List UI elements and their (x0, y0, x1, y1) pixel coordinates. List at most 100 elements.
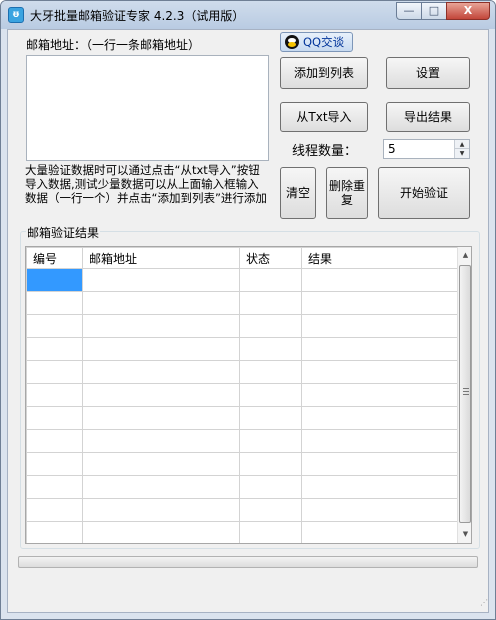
table-cell[interactable] (239, 268, 302, 292)
table-cell[interactable] (239, 429, 302, 453)
table-row[interactable] (26, 360, 459, 384)
maximize-button[interactable]: □ (421, 2, 447, 20)
table-cell[interactable] (26, 268, 83, 292)
table-cell[interactable] (82, 498, 240, 522)
table-cell[interactable] (82, 383, 240, 407)
stepper-down-icon[interactable]: ▼ (455, 149, 469, 158)
qq-chat-button[interactable]: QQ交谈 (280, 32, 353, 52)
scroll-up-icon[interactable]: ▲ (458, 247, 471, 264)
app-window: ᵿ 大牙批量邮箱验证专家 4.2.3（试用版） — □ X 邮箱地址：（一行一条… (0, 0, 496, 620)
table-cell[interactable] (26, 337, 83, 361)
table-cell[interactable] (26, 429, 83, 453)
minimize-button[interactable]: — (396, 2, 422, 20)
results-table: 编号 邮箱地址 状态 结果 (26, 247, 459, 543)
close-button[interactable]: X (446, 2, 490, 20)
table-cell[interactable] (301, 383, 459, 407)
window-title: 大牙批量邮箱验证专家 4.2.3（试用版） (30, 9, 245, 23)
table-row[interactable] (26, 498, 459, 522)
table-row[interactable] (26, 429, 459, 453)
table-cell[interactable] (239, 314, 302, 338)
table-cell[interactable] (239, 475, 302, 499)
table-cell[interactable] (82, 360, 240, 384)
table-cell[interactable] (301, 498, 459, 522)
table-row[interactable] (26, 383, 459, 407)
table-cell[interactable] (26, 360, 83, 384)
table-cell[interactable] (239, 521, 302, 543)
stepper-up-icon[interactable]: ▲ (455, 140, 469, 149)
table-cell[interactable] (301, 452, 459, 476)
table-cell[interactable] (82, 268, 240, 292)
delete-duplicates-button[interactable]: 删除重复 (326, 167, 368, 219)
table-cell[interactable] (301, 429, 459, 453)
usage-hint-text: 大量验证数据时可以通过点击“从txt导入”按钮导入数据,测试少量数据可以从上面输… (25, 163, 267, 205)
table-cell[interactable] (26, 406, 83, 430)
table-cell[interactable] (82, 429, 240, 453)
table-row[interactable] (26, 291, 459, 315)
qq-chat-label: QQ交谈 (303, 35, 345, 49)
table-cell[interactable] (239, 360, 302, 384)
table-cell[interactable] (301, 314, 459, 338)
stepper-buttons: ▲ ▼ (454, 140, 469, 158)
table-cell[interactable] (239, 406, 302, 430)
column-header-id[interactable]: 编号 (26, 247, 83, 269)
table-cell[interactable] (239, 383, 302, 407)
results-header-row: 编号 邮箱地址 状态 结果 (26, 247, 459, 269)
table-cell[interactable] (82, 452, 240, 476)
table-row[interactable] (26, 314, 459, 338)
table-cell[interactable] (301, 475, 459, 499)
main-panel: 邮箱地址：（一行一条邮箱地址） QQ交谈 添加到列表 设置 从Txt导入 导出结… (7, 29, 489, 613)
table-cell[interactable] (301, 521, 459, 543)
vertical-scrollbar[interactable]: ▲ ▼ (457, 247, 471, 543)
export-results-button[interactable]: 导出结果 (386, 102, 470, 132)
column-header-email[interactable]: 邮箱地址 (82, 247, 240, 269)
start-verify-button[interactable]: 开始验证 (378, 167, 470, 219)
resize-grip-icon[interactable]: ⋰ (480, 599, 490, 612)
results-body (26, 268, 459, 543)
table-cell[interactable] (239, 498, 302, 522)
tooth-icon: ᵿ (8, 7, 24, 23)
table-cell[interactable] (26, 383, 83, 407)
table-row[interactable] (26, 337, 459, 361)
table-cell[interactable] (26, 498, 83, 522)
column-header-result[interactable]: 结果 (301, 247, 459, 269)
scroll-down-icon[interactable]: ▼ (458, 526, 471, 543)
thread-count-value[interactable]: 5 (388, 142, 396, 156)
table-cell[interactable] (82, 475, 240, 499)
table-row[interactable] (26, 475, 459, 499)
progress-bar (18, 556, 478, 568)
table-cell[interactable] (82, 314, 240, 338)
table-row[interactable] (26, 406, 459, 430)
results-grid[interactable]: 编号 邮箱地址 状态 结果 ▲ ▼ (25, 246, 472, 544)
table-cell[interactable] (82, 337, 240, 361)
table-cell[interactable] (301, 406, 459, 430)
table-cell[interactable] (26, 452, 83, 476)
column-header-status[interactable]: 状态 (239, 247, 302, 269)
table-cell[interactable] (82, 291, 240, 315)
table-cell[interactable] (26, 521, 83, 543)
clear-button[interactable]: 清空 (280, 167, 316, 219)
table-cell[interactable] (26, 291, 83, 315)
grip-icon (463, 388, 469, 395)
settings-button[interactable]: 设置 (386, 57, 470, 89)
table-row[interactable] (26, 452, 459, 476)
table-cell[interactable] (301, 291, 459, 315)
add-to-list-button[interactable]: 添加到列表 (280, 57, 368, 89)
email-input-textarea[interactable] (26, 55, 269, 161)
table-cell[interactable] (82, 521, 240, 543)
scrollbar-thumb[interactable] (459, 265, 471, 523)
table-cell[interactable] (82, 406, 240, 430)
table-cell[interactable] (26, 475, 83, 499)
table-cell[interactable] (301, 360, 459, 384)
table-cell[interactable] (301, 268, 459, 292)
table-cell[interactable] (239, 291, 302, 315)
table-row[interactable] (26, 521, 459, 543)
table-cell[interactable] (239, 452, 302, 476)
table-row[interactable] (26, 268, 459, 292)
results-group-label: 邮箱验证结果 (26, 224, 101, 241)
import-txt-button[interactable]: 从Txt导入 (280, 102, 368, 132)
table-cell[interactable] (26, 314, 83, 338)
title-bar[interactable]: ᵿ 大牙批量邮箱验证专家 4.2.3（试用版） — □ X (1, 1, 495, 29)
table-cell[interactable] (239, 337, 302, 361)
thread-count-stepper[interactable]: 5 ▲ ▼ (383, 139, 470, 159)
table-cell[interactable] (301, 337, 459, 361)
